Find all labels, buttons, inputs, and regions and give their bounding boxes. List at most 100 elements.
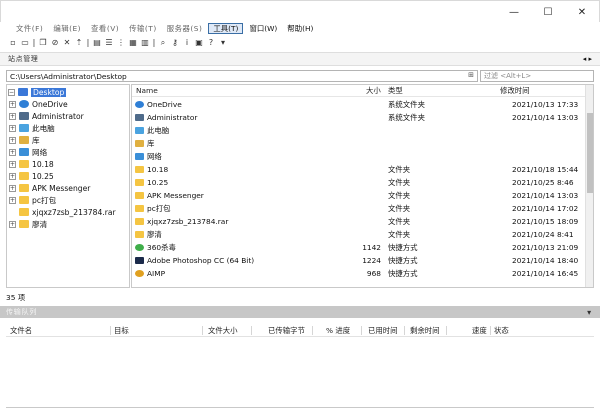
file-name: 10.18	[147, 165, 169, 174]
queue-column-state[interactable]: 状态	[494, 324, 509, 337]
expand-icon[interactable]: +	[9, 196, 16, 204]
tree-item[interactable]: +10.25	[9, 170, 54, 182]
view-details-icon[interactable]: ▤	[92, 38, 102, 48]
vertical-scrollbar[interactable]	[585, 85, 593, 287]
maximize-button[interactable]: ☐	[531, 1, 565, 23]
tree-item[interactable]: + Administrator	[9, 110, 84, 122]
expand-icon[interactable]: +	[9, 100, 16, 108]
queue-column-transferred[interactable]: 已传输字节	[268, 324, 305, 337]
tree-item[interactable]: + 廖清	[9, 218, 47, 230]
file-row[interactable]: 廖清 文件夹 2021/10/24 8:41	[132, 228, 593, 241]
tree-item-label: OneDrive	[32, 99, 68, 109]
menu-item[interactable]: 文件(F)	[12, 23, 47, 34]
queue-column-size[interactable]: 文件大小	[208, 324, 238, 337]
menu-item[interactable]: 窗口(W)	[245, 23, 281, 34]
folder-tree[interactable]: − Desktop + OneDrive + Administrator + 此电脑 + 库 + 网络…	[6, 84, 130, 288]
tree-item[interactable]: + pc打包	[9, 194, 56, 206]
file-row[interactable]: pc打包 文件夹 2021/10/14 17:02	[132, 202, 593, 215]
arrows-icon[interactable]: ◂ ▸	[583, 55, 592, 63]
file-type: 文件夹	[388, 191, 411, 200]
file-row[interactable]: Adobe Photoshop CC (64 Bit) 1224 快捷方式 2021/…	[132, 254, 593, 267]
view-tree-icon[interactable]: ⋮	[116, 38, 126, 48]
tree-item[interactable]: + 库	[9, 134, 40, 146]
folder-icon	[19, 172, 29, 180]
view-grid-icon[interactable]: ▥	[140, 38, 150, 48]
queue-column-target[interactable]: 目标	[114, 324, 129, 337]
menu-item[interactable]: 传输(T)	[125, 23, 161, 34]
column-modified[interactable]: 修改时间	[500, 85, 530, 97]
menu-item[interactable]: 帮助(H)	[283, 23, 317, 34]
collapse-icon[interactable]: ▾	[587, 308, 592, 317]
address-dropdown-icon[interactable]: ⊞	[468, 71, 474, 79]
file-modified: 2021/10/14 13:03	[512, 191, 579, 200]
expand-icon[interactable]: +	[9, 112, 16, 120]
upload-icon[interactable]: ⇡	[74, 38, 84, 48]
file-modified: 2021/10/13 21:09	[512, 243, 579, 252]
menu-item[interactable]: 服务器(S)	[163, 23, 207, 34]
address-input[interactable]: C:\Users\Administrator\Desktop ⊞	[6, 70, 478, 82]
file-row[interactable]: 10.18 文件夹 2021/10/18 15:44	[132, 163, 593, 176]
file-row[interactable]: APK Messenger 文件夹 2021/10/14 13:03	[132, 189, 593, 202]
expand-icon[interactable]: +	[9, 172, 16, 180]
close-button[interactable]: ✕	[565, 1, 599, 23]
queue-col-sep	[202, 326, 203, 335]
folder-icon	[19, 220, 29, 228]
column-name[interactable]: Name	[136, 85, 158, 97]
tree-item[interactable]: + 此电脑	[9, 122, 55, 134]
file-row[interactable]: OneDrive 系统文件夹 2021/10/13 17:33	[132, 98, 593, 111]
tree-item[interactable]: + 网络	[9, 146, 47, 158]
help-icon[interactable]: ?	[206, 38, 216, 48]
expand-icon[interactable]: +	[9, 184, 16, 192]
folder-icon	[135, 192, 144, 199]
minimize-button[interactable]: —	[497, 1, 531, 23]
expand-icon[interactable]: +	[9, 220, 16, 228]
file-row[interactable]: Administrator 系统文件夹 2021/10/14 13:03	[132, 111, 593, 124]
column-size[interactable]: 大小	[366, 85, 381, 97]
menu-item[interactable]: 查看(V)	[87, 23, 123, 34]
file-row[interactable]: 此电脑	[132, 124, 593, 137]
view-tiles-icon[interactable]: ▦	[128, 38, 138, 48]
tree-item[interactable]: + APK Messenger	[9, 182, 90, 194]
queue-column-file[interactable]: 文件名	[10, 324, 32, 337]
key-icon[interactable]: ⚷	[170, 38, 180, 48]
column-type[interactable]: 类型	[388, 85, 403, 97]
stop-icon[interactable]: ⊘	[50, 38, 60, 48]
site-manager-label[interactable]: 站点管理	[8, 54, 38, 64]
file-row[interactable]: xjqxz7zsb_213784.rar 文件夹 2021/10/15 18:09	[132, 215, 593, 228]
tree-item[interactable]: − Desktop	[8, 86, 67, 98]
queue-column-progress[interactable]: % 进度	[326, 324, 350, 337]
file-row[interactable]: 库	[132, 137, 593, 150]
tree-item[interactable]: +10.18	[9, 158, 54, 170]
toolbar-separator: |	[32, 38, 36, 47]
file-row[interactable]: AIMP 968 快捷方式 2021/10/14 16:45	[132, 267, 593, 280]
open-icon[interactable]: ▭	[20, 38, 30, 48]
queue-column-remaining[interactable]: 剩余时间	[410, 324, 440, 337]
copy-icon[interactable]: ❐	[38, 38, 48, 48]
filter-input[interactable]: 过滤 <Alt+L>	[480, 70, 594, 82]
expand-icon[interactable]: +	[9, 148, 16, 156]
expand-icon[interactable]: +	[9, 160, 16, 168]
view-list-icon[interactable]: ☰	[104, 38, 114, 48]
collapse-icon[interactable]: −	[8, 88, 15, 96]
cloud-icon	[19, 100, 29, 108]
file-row[interactable]: 网络	[132, 150, 593, 163]
file-row[interactable]: 360杀毒 1142 快捷方式 2021/10/13 21:09	[132, 241, 593, 254]
info-icon[interactable]: ⅰ	[182, 38, 192, 48]
monitor-icon[interactable]: ▣	[194, 38, 204, 48]
dropdown-icon[interactable]: ▾	[218, 38, 228, 48]
tree-item[interactable]: xjqxz7zsb_213784.rar	[9, 206, 116, 218]
file-list[interactable]: Name 大小 类型 修改时间 OneDrive 系统文件夹 2021/10/13 …	[131, 84, 594, 288]
menu-item[interactable]: 编辑(E)	[49, 23, 85, 34]
new-icon[interactable]: ▫	[8, 38, 18, 48]
search-icon[interactable]: ⌕	[158, 38, 168, 48]
queue-list[interactable]	[6, 338, 594, 408]
expand-icon[interactable]: +	[9, 136, 16, 144]
queue-column-speed[interactable]: 速度	[472, 324, 487, 337]
scrollbar-thumb[interactable]	[587, 113, 593, 193]
delete-icon[interactable]: ✕	[62, 38, 72, 48]
menu-item[interactable]: 工具(T)	[208, 22, 244, 34]
expand-icon[interactable]: +	[9, 124, 16, 132]
file-row[interactable]: 10.25 文件夹 2021/10/25 8:46	[132, 176, 593, 189]
tree-item[interactable]: + OneDrive	[9, 98, 68, 110]
queue-column-elapsed[interactable]: 已用时间	[368, 324, 398, 337]
